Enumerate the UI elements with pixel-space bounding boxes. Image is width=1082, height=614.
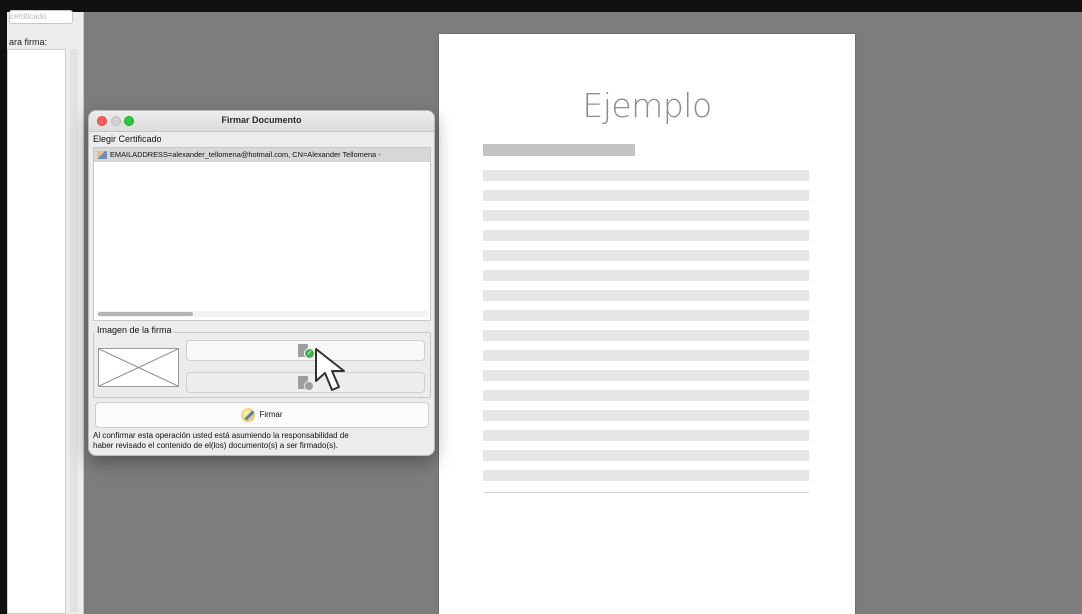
- dialog-title: Firmar Documento: [221, 115, 302, 125]
- sign-document-dialog: Firmar Documento Elegir Certificado EMAI…: [88, 110, 435, 456]
- document-heading-placeholder: [483, 144, 635, 156]
- left-panel: certificado ara firma:: [7, 10, 84, 614]
- certificate-text: EMAILADDRESS=alexander_tellomena@hotmail…: [110, 150, 381, 159]
- choose-certificate-label: Elegir Certificado: [93, 134, 162, 144]
- document-text-line: [483, 290, 809, 301]
- document-text-line: [483, 390, 809, 401]
- document-text-line: [483, 450, 809, 461]
- document-text-line: [483, 230, 809, 241]
- document-page: Ejemplo: [439, 34, 855, 614]
- screen-top-border: [0, 0, 1082, 12]
- remove-badge-icon: [304, 381, 314, 391]
- certificate-list-item[interactable]: EMAILADDRESS=alexander_tellomena@hotmail…: [94, 148, 430, 162]
- sign-button[interactable]: Firmar: [95, 402, 429, 428]
- document-text-line: [483, 370, 809, 381]
- document-text-line: [483, 350, 809, 361]
- dialog-titlebar[interactable]: Firmar Documento: [89, 111, 434, 132]
- document-text-line: [483, 310, 809, 321]
- document-text-line: [483, 170, 809, 181]
- signature-image-preview: [98, 348, 179, 387]
- left-panel-field[interactable]: certificado: [9, 10, 73, 24]
- disclaimer-line: haber revisado el contenido de el(los) d…: [93, 441, 339, 450]
- sign-button-label: Firmar: [259, 410, 283, 419]
- left-panel-scrollbar[interactable]: [70, 49, 78, 612]
- left-panel-list[interactable]: [7, 49, 66, 614]
- certificate-list[interactable]: EMAILADDRESS=alexander_tellomena@hotmail…: [93, 147, 431, 321]
- document-text-line: [483, 250, 809, 261]
- disclaimer-text: Al confirmar esta operación usted está a…: [93, 431, 431, 451]
- left-panel-label: ara firma:: [9, 37, 48, 47]
- remove-signature-image-button[interactable]: [186, 372, 425, 393]
- scrollbar-thumb[interactable]: [98, 312, 193, 316]
- disclaimer-line: Al confirmar esta operación usted está a…: [93, 431, 349, 440]
- document-rule: [483, 492, 809, 493]
- document-text-line: [483, 410, 809, 421]
- document-text-line: [483, 190, 809, 201]
- add-signature-image-button[interactable]: ✓: [186, 340, 425, 361]
- document-title: Ejemplo: [582, 86, 712, 125]
- certificate-icon: [97, 151, 107, 160]
- document-text-line: [483, 270, 809, 281]
- empty-image-placeholder-icon: [98, 348, 179, 387]
- document-text-line: [483, 330, 809, 341]
- document-text-line: [483, 470, 809, 481]
- sign-pen-icon: [241, 407, 256, 422]
- screen-left-border: [0, 0, 7, 614]
- signature-image-legend: Imagen de la firma: [95, 325, 174, 335]
- mouse-pointer-icon: [315, 348, 345, 391]
- document-text-line: [483, 210, 809, 221]
- document-text-line: [483, 430, 809, 441]
